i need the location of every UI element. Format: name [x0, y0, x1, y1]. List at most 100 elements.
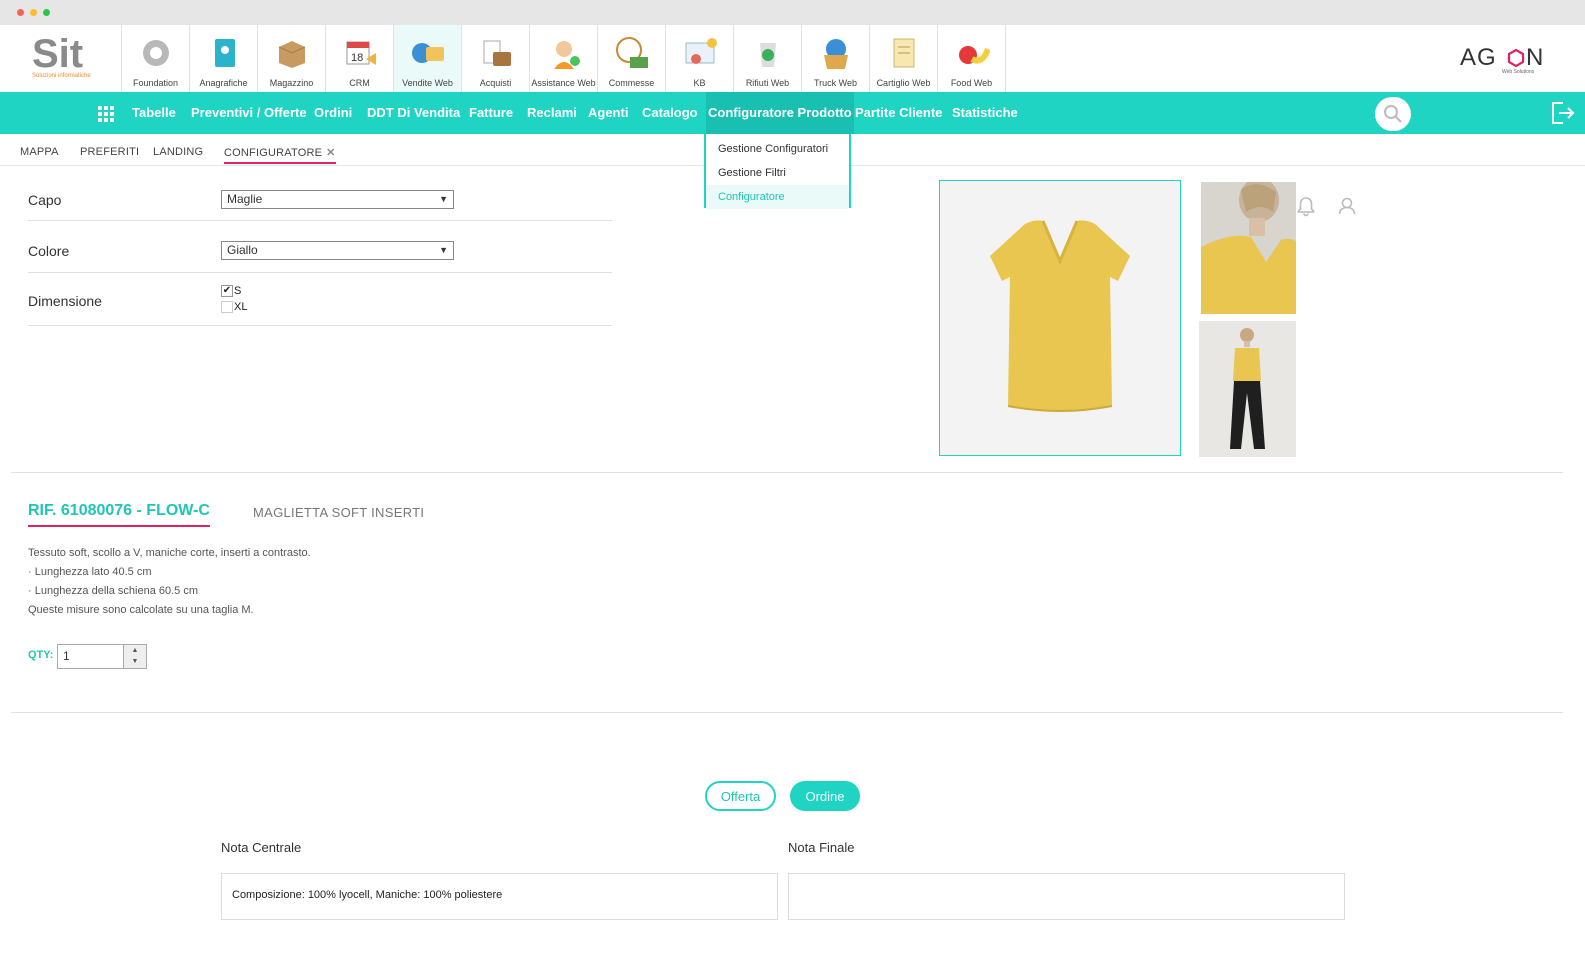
nota-finale-field[interactable]: [788, 873, 1345, 920]
app-label: Acquisti: [479, 78, 512, 88]
app-vendite-web[interactable]: Vendite Web: [393, 25, 461, 92]
product-name: MAGLIETTA SOFT INSERTI: [253, 505, 425, 520]
sit-logo[interactable]: Sit Soluzioni informatiche: [30, 32, 120, 83]
support-agent-icon: [546, 35, 582, 71]
app-label: KB: [693, 78, 706, 88]
size-s-label: S: [234, 285, 242, 297]
offerta-button[interactable]: Offerta: [705, 781, 776, 811]
dimensione-row: Dimensione ✔ S XL: [28, 273, 612, 326]
capo-row: Capo Maglie ▼: [28, 180, 612, 221]
app-food-web[interactable]: Food Web: [937, 25, 1006, 92]
menu-item-gestione-configuratori[interactable]: Gestione Configuratori: [706, 137, 849, 161]
nav-item-agenti[interactable]: Agenti: [586, 92, 630, 134]
app-truck-web[interactable]: Truck Web: [801, 25, 869, 92]
nav-item-preventivi-offerte[interactable]: Preventivi / Offerte: [189, 92, 309, 134]
globe-box-icon: [818, 35, 854, 71]
svg-text:AG: AG: [1460, 44, 1497, 71]
search-button[interactable]: [1375, 97, 1411, 131]
svg-text:Web Solutions: Web Solutions: [1502, 69, 1535, 75]
increment-arrow-icon[interactable]: ▲: [124, 645, 146, 656]
size-xl-checkbox[interactable]: [221, 301, 233, 314]
capo-select-value: Maglie: [227, 192, 263, 206]
size-s-option[interactable]: ✔ S: [221, 285, 242, 298]
product-thumbnail-2[interactable]: [1199, 321, 1296, 457]
nav-item-reclami[interactable]: Reclami: [525, 92, 579, 134]
ordine-button[interactable]: Ordine: [790, 781, 860, 811]
nav-item-tabelle[interactable]: Tabelle: [130, 92, 178, 134]
app-label: Vendite Web: [402, 78, 453, 88]
size-xl-option[interactable]: XL: [221, 301, 248, 314]
size-s-checkbox[interactable]: ✔: [221, 285, 233, 298]
colore-select-value: Giallo: [227, 243, 258, 257]
nav-item-statistiche[interactable]: Statistiche: [950, 92, 1020, 134]
app-rifiuti-web[interactable]: Rifiuti Web: [733, 25, 801, 92]
size-xl-label: XL: [234, 301, 248, 313]
app-label: Food Web: [950, 78, 993, 88]
menu-item-configuratore[interactable]: Configuratore: [706, 185, 849, 209]
app-label: Anagrafiche: [199, 78, 248, 88]
svg-text:Sit: Sit: [32, 33, 83, 76]
capo-label: Capo: [28, 192, 62, 208]
product-description-line: · Lunghezza lato 40.5 cm: [28, 566, 152, 578]
qty-stepper[interactable]: 1 ▲ ▼: [57, 644, 147, 669]
nav-item-configuratore-prodotto[interactable]: Configuratore Prodotto: [706, 92, 854, 134]
app-assistance-web[interactable]: Assistance Web: [529, 25, 597, 92]
menu-item-gestione-filtri[interactable]: Gestione Filtri: [706, 161, 849, 185]
nav-item-ordini[interactable]: Ordini: [312, 92, 354, 134]
app-crm[interactable]: 18 CRM: [325, 25, 393, 92]
fruit-icon: [954, 35, 991, 71]
colore-row: Colore Giallo ▼: [28, 221, 612, 273]
decrement-arrow-icon[interactable]: ▼: [124, 656, 146, 667]
dimensione-label: Dimensione: [28, 293, 102, 309]
app-label: Assistance Web: [531, 78, 596, 88]
app-commesse[interactable]: Commesse: [597, 25, 665, 92]
product-description-line: Tessuto soft, scollo a V, maniche corte,…: [28, 547, 311, 559]
nav-item-fatture[interactable]: Fatture: [467, 92, 515, 134]
svg-text:N: N: [1526, 44, 1543, 71]
close-window-dot[interactable]: [17, 9, 24, 16]
apps-grid-icon[interactable]: [98, 106, 114, 122]
main-product-image[interactable]: [939, 180, 1181, 456]
subtab-configuratore[interactable]: CONFIGURATORE ✕: [224, 146, 336, 164]
app-foundation[interactable]: Foundation: [121, 25, 189, 92]
subtab-landing[interactable]: LANDING: [153, 146, 203, 158]
window-titlebar: [0, 0, 1585, 25]
nota-finale-label: Nota Finale: [788, 840, 855, 855]
nota-centrale-field[interactable]: Composizione: 100% lyocell, Maniche: 100…: [221, 873, 778, 920]
product-thumbnail-1[interactable]: [1201, 182, 1296, 314]
calendar-icon: 18: [342, 35, 378, 71]
address-book-icon: [206, 35, 242, 71]
capo-select[interactable]: Maglie ▼: [221, 190, 454, 209]
maximize-window-dot[interactable]: [43, 9, 50, 16]
knowledge-icon: [682, 35, 718, 71]
nav-item-catalogo[interactable]: Catalogo: [640, 92, 700, 134]
app-magazzino[interactable]: Magazzino: [257, 25, 325, 92]
app-cartiglio-web[interactable]: Cartiglio Web: [869, 25, 937, 92]
user-icon: [1338, 197, 1356, 215]
qty-value: 1: [63, 649, 70, 663]
svg-text:Soluzioni informatiche: Soluzioni informatiche: [32, 73, 91, 79]
logout-icon[interactable]: [1549, 100, 1575, 126]
clock-money-icon: [614, 35, 650, 71]
dropdown-arrow-icon: ▼: [439, 194, 448, 204]
user-profile-button[interactable]: [1331, 190, 1363, 222]
nav-item-ddt-di-vendita[interactable]: DDT Di Vendita: [365, 92, 462, 134]
qty-spinner[interactable]: ▲ ▼: [123, 645, 146, 668]
agon-logo: AG N Web Solutions: [1460, 41, 1550, 77]
briefcase-icon: [478, 35, 514, 71]
app-anagrafiche[interactable]: Anagrafiche: [189, 25, 257, 92]
nav-item-partite-cliente[interactable]: Partite Cliente: [853, 92, 944, 134]
search-icon: [1384, 105, 1402, 123]
close-tab-icon[interactable]: ✕: [326, 147, 335, 159]
colore-label: Colore: [28, 243, 70, 259]
app-kb[interactable]: KB: [665, 25, 733, 92]
subtab-configuratore-label: CONFIGURATORE: [224, 147, 323, 159]
app-acquisti[interactable]: Acquisti: [461, 25, 529, 92]
subtab-preferiti[interactable]: PREFERITI: [80, 146, 139, 158]
dropdown-arrow-icon: ▼: [439, 245, 448, 255]
box-icon: [274, 35, 310, 71]
colore-select[interactable]: Giallo ▼: [221, 241, 454, 260]
subtab-mappa[interactable]: MAPPA: [20, 146, 59, 158]
minimize-window-dot[interactable]: [30, 9, 37, 16]
gear-icon: [138, 35, 174, 71]
